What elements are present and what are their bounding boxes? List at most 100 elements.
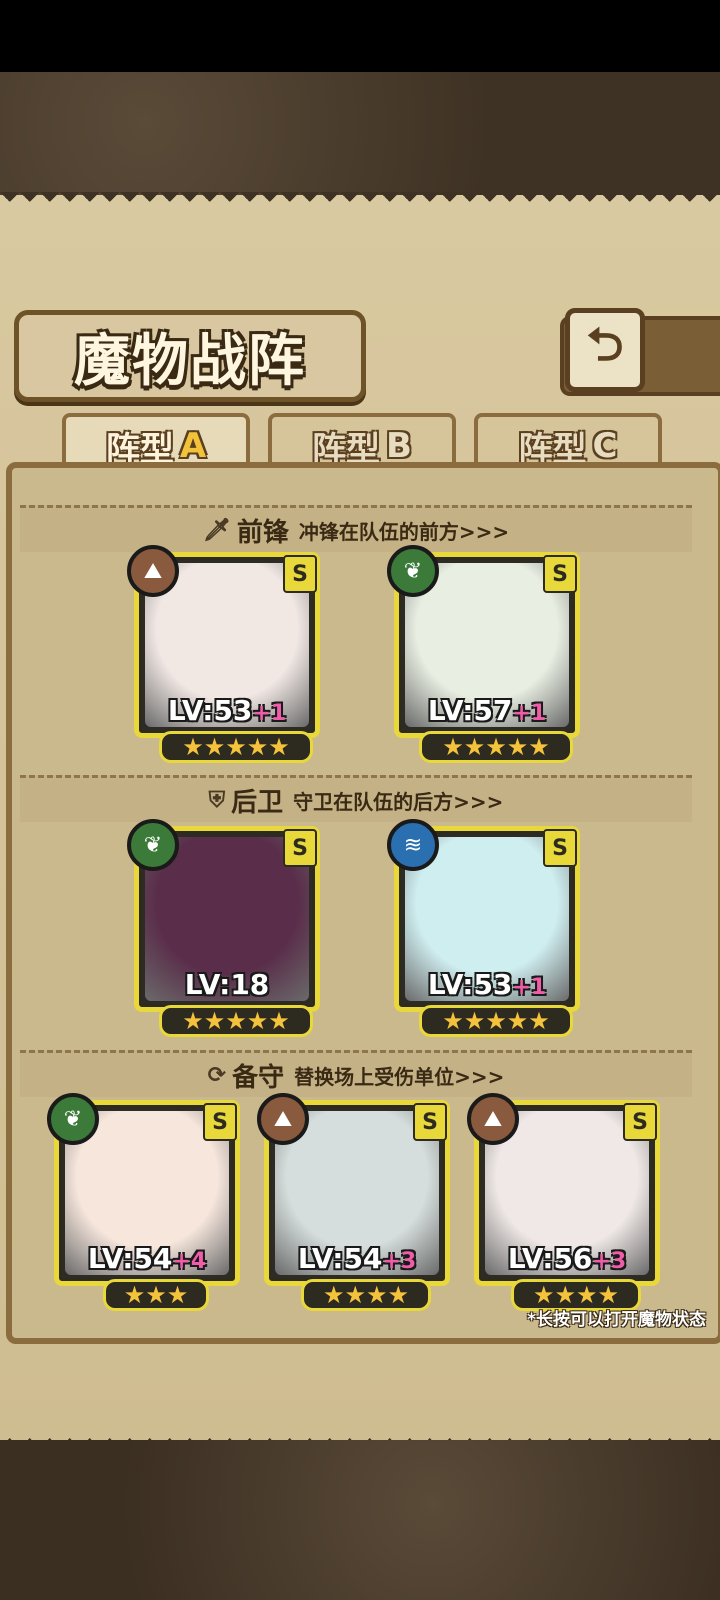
leaf-icon: ❦: [47, 1093, 99, 1145]
tab-suffix: B: [386, 426, 412, 466]
level-bonus: +3: [382, 1249, 417, 1274]
star-icon: ★: [366, 1281, 388, 1309]
star-rating: ★ ★ ★ ★ ★: [159, 1005, 313, 1037]
page-title: 魔物战阵: [74, 328, 306, 394]
star-icon: ★: [246, 1007, 269, 1035]
monster-level: LV:54+4: [59, 1242, 235, 1275]
grade-badge: S: [543, 829, 577, 867]
section-header-rearguard: ⛨ 后卫 守卫在队伍的后方>>>: [20, 775, 692, 822]
level-bonus: +3: [592, 1249, 627, 1274]
leaf-icon: ❦: [387, 545, 439, 597]
title-plate: 魔物战阵: [14, 310, 366, 402]
star-icon: ★: [442, 1007, 464, 1035]
star-icon: ★: [442, 733, 464, 761]
swap-icon: ⟳: [207, 1062, 227, 1088]
back-arrow-icon: ⮌: [586, 317, 624, 371]
tab-suffix: A: [179, 426, 207, 466]
section-title: 备守: [232, 1062, 285, 1093]
tab-suffix: C: [592, 426, 618, 466]
level-text: LV:56: [507, 1242, 593, 1275]
star-icon: ★: [246, 733, 269, 761]
section-title: 前锋: [236, 517, 289, 548]
monster-card[interactable]: ⛰ S LV:56+3 ★ ★ ★ ★: [467, 1093, 660, 1311]
level-bonus: +4: [172, 1249, 207, 1274]
star-icon: ★: [344, 1281, 366, 1309]
level-text: LV:54: [87, 1242, 173, 1275]
mountain-icon: ⛰: [467, 1093, 519, 1145]
star-icon: ★: [463, 733, 486, 761]
section-desc: 守卫在队伍的后方>>>: [293, 789, 504, 814]
star-rating: ★ ★ ★ ★ ★: [159, 731, 313, 763]
star-icon: ★: [123, 1281, 146, 1309]
star-icon: ★: [532, 1281, 555, 1309]
monster-card[interactable]: ⛰ S LV:54+3 ★ ★ ★ ★: [257, 1093, 450, 1311]
star-icon: ★: [322, 1281, 345, 1309]
star-icon: ★: [387, 1281, 410, 1309]
monster-level: LV:53+1: [139, 694, 315, 727]
grade-badge: S: [413, 1103, 447, 1141]
shield-icon: ⛨: [208, 787, 226, 813]
star-icon: ★: [268, 733, 290, 761]
star-icon: ★: [576, 1281, 598, 1309]
star-icon: ★: [506, 733, 529, 761]
monster-card[interactable]: ≋ S LV:53+1 ★ ★ ★ ★ ★: [387, 819, 580, 1037]
monster-level: LV:18: [139, 968, 315, 1001]
grade-badge: S: [543, 555, 577, 593]
level-text: LV:18: [184, 968, 270, 1001]
mountain-icon: ⛰: [127, 545, 179, 597]
star-icon: ★: [203, 733, 226, 761]
star-rating: ★ ★ ★ ★: [301, 1279, 431, 1311]
grade-badge: S: [203, 1103, 237, 1141]
section-header-reserve: ⟳ 备守 替换场上受伤单位>>>: [20, 1050, 692, 1097]
section-header-vanguard: 🗡 前锋 冲锋在队伍的前方>>>: [20, 505, 692, 552]
level-text: LV:53: [167, 694, 253, 727]
star-rating: ★ ★ ★: [103, 1279, 209, 1311]
monster-card[interactable]: ❦ S LV:57+1 ★ ★ ★ ★ ★: [387, 545, 580, 763]
monster-card[interactable]: ❦ S LV:18 ★ ★ ★ ★ ★: [127, 819, 320, 1037]
leaf-icon: ❦: [127, 819, 179, 871]
back-button[interactable]: ⮌: [565, 308, 645, 392]
mountain-icon: ⛰: [257, 1093, 309, 1145]
level-bonus: +1: [512, 975, 547, 1000]
monster-card[interactable]: ❦ S LV:54+4 ★ ★ ★: [47, 1093, 240, 1311]
star-icon: ★: [597, 1281, 620, 1309]
monster-card[interactable]: ⛰ S LV:53+1 ★ ★ ★ ★ ★: [127, 545, 320, 763]
star-icon: ★: [225, 1007, 247, 1035]
star-icon: ★: [485, 733, 507, 761]
level-text: LV:57: [427, 694, 513, 727]
level-bonus: +1: [252, 701, 287, 726]
status-bar: [0, 0, 720, 72]
star-icon: ★: [528, 1007, 550, 1035]
water-wave-icon: ≋: [387, 819, 439, 871]
star-icon: ★: [463, 1007, 486, 1035]
star-icon: ★: [554, 1281, 576, 1309]
monster-level: LV:53+1: [399, 968, 575, 1001]
grade-badge: S: [283, 829, 317, 867]
sword-icon: 🗡: [202, 517, 231, 543]
map-background-bottom: [0, 1440, 720, 1600]
star-rating: ★ ★ ★ ★ ★: [419, 731, 573, 763]
star-icon: ★: [528, 733, 550, 761]
monster-level: LV:56+3: [479, 1242, 655, 1275]
grade-badge: S: [283, 555, 317, 593]
long-press-hint: *长按可以打开魔物状态: [527, 1310, 706, 1330]
star-icon: ★: [225, 733, 247, 761]
star-icon: ★: [182, 1007, 204, 1035]
level-text: LV:54: [297, 1242, 383, 1275]
section-title: 后卫: [231, 787, 284, 818]
section-desc: 替换场上受伤单位>>>: [294, 1064, 505, 1089]
level-text: LV:53: [427, 968, 513, 1001]
star-rating: ★ ★ ★ ★ ★: [419, 1005, 573, 1037]
torn-edge-top: [0, 192, 720, 212]
star-icon: ★: [145, 1281, 167, 1309]
star-icon: ★: [268, 1007, 290, 1035]
star-icon: ★: [203, 1007, 226, 1035]
star-icon: ★: [182, 733, 204, 761]
level-bonus: +1: [512, 701, 547, 726]
star-icon: ★: [485, 1007, 507, 1035]
star-icon: ★: [506, 1007, 529, 1035]
grade-badge: S: [623, 1103, 657, 1141]
section-desc: 冲锋在队伍的前方>>>: [298, 519, 510, 544]
star-icon: ★: [166, 1281, 189, 1309]
map-background-top: [0, 72, 720, 200]
